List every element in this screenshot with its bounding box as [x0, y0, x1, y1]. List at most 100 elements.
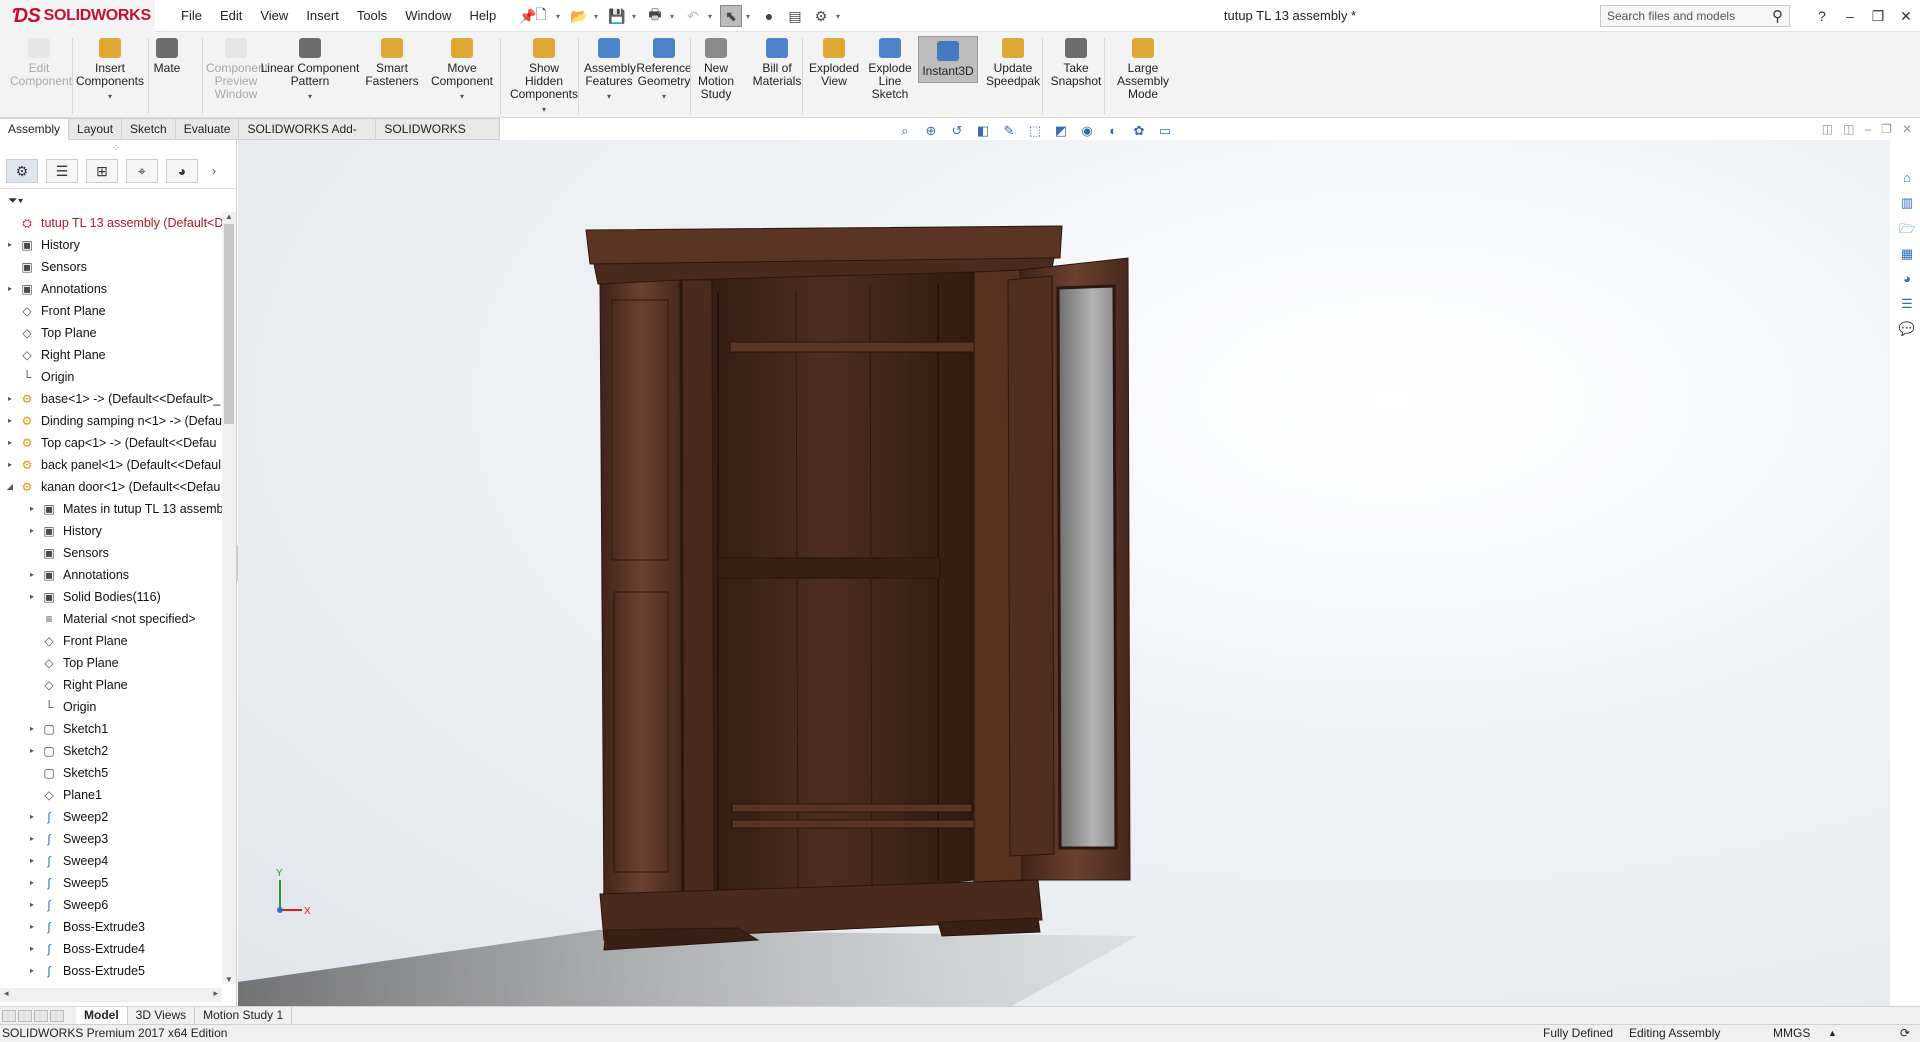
- minimize-icon[interactable]: –: [1836, 8, 1864, 24]
- edit-appearance-icon[interactable]: ◐: [1103, 122, 1123, 140]
- edit-component-button[interactable]: Edit Component: [10, 38, 72, 88]
- display-style-icon[interactable]: ◩: [1051, 122, 1071, 140]
- unit-system[interactable]: MMGS: [1773, 1025, 1810, 1042]
- smart-fasteners-button[interactable]: Smart Fasteners: [364, 38, 420, 88]
- viewport-restore-icon[interactable]: ❐: [1881, 122, 1892, 136]
- tree-item[interactable]: ▸ ▣ Annotations: [4, 278, 107, 300]
- search-input[interactable]: Search files and models: [1607, 9, 1735, 23]
- custom-properties-icon[interactable]: ☰: [1897, 296, 1917, 315]
- solidworks-forum-icon[interactable]: 💬: [1897, 321, 1917, 340]
- chevron-down-icon[interactable]: ▾: [632, 12, 640, 21]
- expand-arrow-icon[interactable]: ▸: [26, 894, 38, 916]
- file-properties-icon[interactable]: ▤: [784, 5, 806, 27]
- open-folder-icon[interactable]: 📂: [568, 5, 590, 27]
- expand-arrow-icon[interactable]: ▸: [4, 454, 16, 476]
- tree-filter[interactable]: ⏷▾: [0, 188, 237, 210]
- tree-item[interactable]: ⛭ tutup TL 13 assembly (Default<D: [4, 212, 222, 234]
- tree-item[interactable]: ▸ ∫ Sweep5: [26, 872, 108, 894]
- menu-help[interactable]: Help: [460, 0, 505, 32]
- motion-study-button[interactable]: New Motion Study: [692, 38, 740, 101]
- expand-arrow-icon[interactable]: ▸: [4, 234, 16, 256]
- expand-arrow-icon[interactable]: ▸: [4, 410, 16, 432]
- mate-button[interactable]: Mate: [150, 38, 184, 75]
- last-tab-icon[interactable]: [50, 1009, 64, 1022]
- tree-item[interactable]: ◇ Front Plane: [26, 630, 127, 652]
- chevron-down-icon[interactable]: ▾: [556, 12, 564, 21]
- expand-arrow-icon[interactable]: ▸: [26, 872, 38, 894]
- tree-item[interactable]: ▸ ∫ Sweep6: [26, 894, 108, 916]
- reference-geometry-button[interactable]: Reference Geometry ▾: [634, 38, 694, 103]
- configuration-manager-tab-icon[interactable]: ⊞: [86, 159, 118, 183]
- save-icon[interactable]: 💾: [606, 5, 628, 27]
- tree-item[interactable]: ▸ ⚙ Dinding samping n<1> -> (Defau: [4, 410, 222, 432]
- bom-button[interactable]: Bill of Materials: [750, 38, 804, 88]
- print-icon[interactable]: 🖶: [644, 5, 666, 27]
- tab-solidworks-add-ins[interactable]: SOLIDWORKS Add-Ins: [239, 118, 377, 157]
- move-component-button[interactable]: Move Component ▾: [428, 38, 496, 103]
- tree-item[interactable]: ▸ ∫ Sweep2: [26, 806, 108, 828]
- chevron-down-icon[interactable]: ▾: [634, 90, 694, 103]
- pane-grip-icon[interactable]: ⁘: [112, 143, 120, 154]
- tab-assembly[interactable]: Assembly: [0, 118, 70, 140]
- hide-show-items-icon[interactable]: ◉: [1077, 122, 1097, 140]
- expand-arrow-icon[interactable]: ▸: [26, 916, 38, 938]
- display-manager-tab-icon[interactable]: ◕: [166, 159, 198, 183]
- units-chevron-icon[interactable]: ▲: [1828, 1025, 1837, 1042]
- exploded-view-button[interactable]: Exploded View: [806, 38, 862, 88]
- tab-sketch[interactable]: Sketch: [122, 118, 176, 140]
- assembly-features-button[interactable]: Assembly Features ▾: [584, 38, 636, 103]
- next-tab-icon[interactable]: [34, 1009, 48, 1022]
- tree-item[interactable]: ▸ ∫ Sweep4: [26, 850, 108, 872]
- snapshot-button[interactable]: Take Snapshot: [1050, 38, 1102, 88]
- options-gear-icon[interactable]: ⚙: [810, 5, 832, 27]
- tab-evaluate[interactable]: Evaluate: [175, 118, 240, 140]
- tree-vertical-scrollbar[interactable]: ▲ ▼: [222, 212, 236, 984]
- tab-model[interactable]: Model: [76, 1006, 128, 1025]
- menu-file[interactable]: File: [172, 0, 211, 32]
- tree-item[interactable]: ▢ Sketch5: [26, 762, 108, 784]
- view-orientation-icon[interactable]: ⬚: [1025, 122, 1045, 140]
- file-explorer-icon[interactable]: 🗁: [1897, 220, 1917, 240]
- filter-icon[interactable]: ⏷▾: [8, 193, 23, 207]
- chevron-down-icon[interactable]: ▾: [258, 90, 362, 103]
- tree-item[interactable]: ▣ Sensors: [4, 256, 87, 278]
- viewport-close-icon[interactable]: ✕: [1902, 122, 1912, 136]
- tile-left-icon[interactable]: ◫: [1822, 122, 1833, 136]
- select-pointer-icon[interactable]: ⬉: [720, 5, 742, 27]
- expand-arrow-icon[interactable]: ▸: [26, 564, 38, 586]
- viewport-minimize-icon[interactable]: –: [1864, 122, 1871, 136]
- expand-arrow-icon[interactable]: ▸: [26, 960, 38, 982]
- chevron-down-icon[interactable]: ▾: [670, 12, 678, 21]
- property-manager-tab-icon[interactable]: ☰: [46, 159, 78, 183]
- restore-icon[interactable]: ❐: [1864, 8, 1892, 25]
- tree-item[interactable]: ▸ ▢ Sketch1: [26, 718, 108, 740]
- rebuild-status-icon[interactable]: ⟳: [1900, 1025, 1910, 1042]
- feature-manager-tab-icon[interactable]: ⚙: [6, 159, 38, 183]
- tree-item[interactable]: ▸ ∫ Boss-Extrude3: [26, 916, 145, 938]
- collapse-arrow-icon[interactable]: ◢: [4, 476, 16, 498]
- scroll-left-icon[interactable]: ◂: [4, 988, 9, 999]
- previous-view-icon[interactable]: ↺: [947, 122, 967, 140]
- prev-tab-icon[interactable]: [18, 1009, 32, 1022]
- scrollbar-thumb[interactable]: [224, 224, 234, 424]
- tree-item[interactable]: └ Origin: [26, 696, 97, 718]
- tree-item[interactable]: ◇ Right Plane: [4, 344, 105, 366]
- design-library-icon[interactable]: ▥: [1897, 195, 1917, 214]
- new-document-icon[interactable]: 🗋: [530, 5, 552, 27]
- tree-item[interactable]: ◇ Front Plane: [4, 300, 105, 322]
- menu-insert[interactable]: Insert: [297, 0, 348, 32]
- apply-scene-icon[interactable]: ✿: [1129, 122, 1149, 140]
- tree-item[interactable]: ▸ ▣ Annotations: [26, 564, 129, 586]
- search-box[interactable]: Search files and models ⚲: [1600, 5, 1790, 27]
- tree-item[interactable]: ◢ ⚙ kanan door<1> (Default<<Defau: [4, 476, 220, 498]
- linear-pattern-button[interactable]: Linear Component Pattern ▾: [258, 38, 362, 103]
- tile-right-icon[interactable]: ◫: [1843, 122, 1854, 136]
- tree-item[interactable]: ▸ ∫ Boss-Extrude5: [26, 960, 145, 982]
- zoom-to-fit-icon[interactable]: ⌕: [895, 122, 915, 140]
- zoom-to-area-icon[interactable]: ⊕: [921, 122, 941, 140]
- close-icon[interactable]: ✕: [1892, 8, 1920, 25]
- view-settings-icon[interactable]: ▭: [1155, 122, 1175, 140]
- instant3d-button[interactable]: Instant3D: [918, 36, 978, 83]
- tab-3d-views[interactable]: 3D Views: [128, 1006, 196, 1025]
- tree-item[interactable]: ▸ ▣ Mates in tutup TL 13 assemb: [26, 498, 222, 520]
